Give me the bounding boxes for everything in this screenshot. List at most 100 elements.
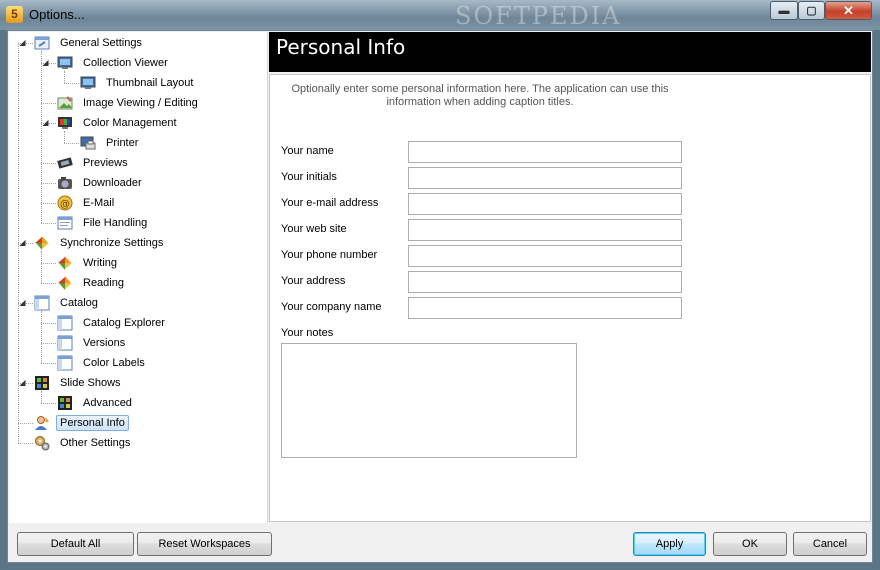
tree-item-color-labels[interactable]: Color Labels — [56, 354, 149, 372]
address-label: Your address — [281, 275, 346, 287]
catalog-icon — [56, 335, 74, 351]
expander-icon[interactable]: ◢ — [41, 58, 50, 67]
panel-header: Personal Info — [269, 32, 871, 72]
panel-title: Personal Info — [276, 35, 406, 59]
tree-connector — [41, 283, 56, 284]
tree-item-file-handling[interactable]: File Handling — [56, 214, 151, 232]
settings-tree[interactable]: ◢ General Settings ◢ Collection Viewer Thumb… — [9, 32, 267, 523]
cancel-button[interactable]: Cancel — [793, 532, 867, 556]
tree-item-label: Reading — [83, 277, 124, 289]
tree-connector — [64, 83, 79, 84]
tree-item-label: Previews — [83, 157, 128, 169]
tree-item-versions[interactable]: Versions — [56, 334, 129, 352]
tree-connector — [18, 423, 33, 424]
tree-connector — [41, 263, 56, 264]
tree-item-label: Advanced — [83, 397, 132, 409]
watermark: SOFTPEDIA — [455, 2, 622, 30]
tree-item-label: Color Management — [83, 117, 177, 129]
printer-monitor-icon — [79, 135, 97, 151]
color-monitor-icon — [56, 115, 74, 131]
tree-item-advanced[interactable]: Advanced — [56, 394, 136, 412]
phone-input[interactable] — [408, 245, 682, 267]
tree-item-general-settings[interactable]: ◢ General Settings — [19, 34, 146, 52]
tree-item-catalog[interactable]: ◢ Catalog — [19, 294, 102, 312]
maximize-icon: ▢ — [806, 5, 817, 17]
close-button[interactable]: ✕ — [825, 1, 872, 20]
tree-item-label: Catalog — [60, 297, 98, 309]
tree-item-synchronize-settings[interactable]: ◢ Synchronize Settings — [19, 234, 167, 252]
tree-item-label: Other Settings — [60, 437, 131, 449]
tree-item-label: Downloader — [83, 177, 142, 189]
tree-connector — [41, 403, 56, 404]
tree-connector — [18, 443, 33, 444]
gears-icon — [33, 435, 51, 451]
tree-item-previews[interactable]: Previews — [56, 154, 132, 172]
tree-item-writing[interactable]: Writing — [56, 254, 121, 272]
tree-connector — [64, 131, 65, 143]
address-input[interactable] — [408, 271, 682, 293]
expander-icon[interactable]: ◢ — [41, 118, 50, 127]
sync-icon — [56, 275, 74, 291]
minimize-icon: ▬ — [778, 4, 790, 17]
apply-button[interactable]: Apply — [633, 532, 706, 556]
monitor-icon — [79, 75, 97, 91]
tree-item-printer[interactable]: Printer — [79, 134, 142, 152]
tree-item-label: General Settings — [60, 37, 142, 49]
expander-icon[interactable]: ◢ — [18, 238, 27, 247]
slideshow-icon — [33, 375, 51, 391]
notes-label: Your notes — [281, 327, 334, 339]
tree-connector — [41, 203, 56, 204]
catalog-icon — [33, 295, 51, 311]
expander-icon[interactable]: ◢ — [18, 38, 27, 47]
reset-workspaces-button[interactable]: Reset Workspaces — [137, 532, 272, 556]
tree-item-label: Slide Shows — [60, 377, 121, 389]
minimize-button[interactable]: ▬ — [770, 1, 798, 20]
initials-input[interactable] — [408, 167, 682, 189]
tree-item-label: Printer — [106, 137, 139, 149]
tree-item-thumbnail-layout[interactable]: Thumbnail Layout — [79, 74, 197, 92]
tree-item-e-mail[interactable]: @ E-Mail — [56, 194, 118, 212]
app-icon: 5 — [6, 6, 23, 23]
svg-text:@: @ — [60, 199, 70, 210]
email-input[interactable] — [408, 193, 682, 215]
tree-item-catalog-explorer[interactable]: Catalog Explorer — [56, 314, 169, 332]
tree-connector — [41, 223, 56, 224]
tree-item-other-settings[interactable]: Other Settings — [33, 434, 134, 452]
monitor-icon — [56, 55, 74, 71]
website-input[interactable] — [408, 219, 682, 241]
name-input[interactable] — [408, 141, 682, 163]
image-edit-icon — [56, 95, 74, 111]
file-window-icon — [56, 215, 74, 231]
ok-button[interactable]: OK — [713, 532, 787, 556]
tree-item-personal-info[interactable]: Personal Info — [33, 414, 129, 432]
intro-text: Optionally enter some personal informati… — [291, 83, 669, 108]
tree-connector — [41, 363, 56, 364]
catalog-icon — [56, 355, 74, 371]
dialog-client: ◢ General Settings ◢ Collection Viewer Thumb… — [7, 30, 873, 563]
phone-label: Your phone number — [281, 249, 378, 261]
default-all-button[interactable]: Default All — [17, 532, 134, 556]
tree-item-reading[interactable]: Reading — [56, 274, 128, 292]
expander-icon[interactable]: ◢ — [18, 378, 27, 387]
title-bar: SOFTPEDIA 5 Options... ▬ ▢ ✕ — [0, 0, 880, 30]
tree-item-collection-viewer[interactable]: ◢ Collection Viewer — [42, 54, 172, 72]
notes-textarea[interactable] — [281, 343, 577, 458]
tree-connector — [41, 311, 42, 363]
company-input[interactable] — [408, 297, 682, 319]
tree-item-label: Thumbnail Layout — [106, 77, 194, 89]
tree-item-label: Catalog Explorer — [83, 317, 165, 329]
tree-connector — [64, 143, 79, 144]
tree-item-image-viewing-editing[interactable]: Image Viewing / Editing — [56, 94, 202, 112]
splitter[interactable] — [267, 32, 268, 523]
maximize-button[interactable]: ▢ — [798, 1, 825, 20]
tree-item-label: Collection Viewer — [83, 57, 168, 69]
tree-item-label: E-Mail — [83, 197, 115, 209]
tree-item-slide-shows[interactable]: ◢ Slide Shows — [19, 374, 125, 392]
expander-icon[interactable]: ◢ — [18, 298, 27, 307]
email-icon: @ — [56, 195, 74, 211]
tree-item-downloader[interactable]: Downloader — [56, 174, 146, 192]
tree-connector — [41, 51, 42, 223]
tree-item-color-management[interactable]: ◢ Color Management — [42, 114, 181, 132]
window-title: Options... — [29, 7, 85, 22]
person-icon — [33, 415, 51, 431]
